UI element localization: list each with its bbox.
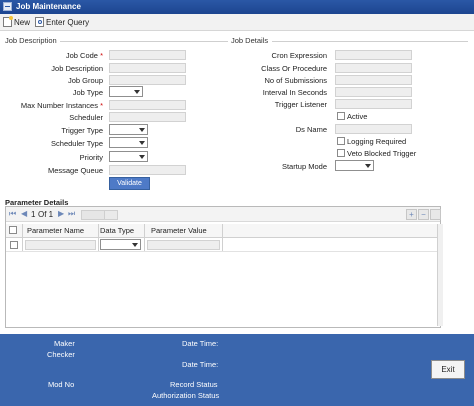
cron-expression-input[interactable] <box>335 50 412 60</box>
toolbar: New Enter Query <box>0 14 474 31</box>
job-details-heading: Job Details <box>231 36 269 45</box>
select-all-checkbox[interactable] <box>9 226 17 234</box>
trigger-listener-input[interactable] <box>335 99 412 109</box>
parameter-name-input[interactable] <box>25 240 96 250</box>
trigger-listener-label: Trigger Listener <box>274 100 327 109</box>
page-input[interactable] <box>81 210 105 220</box>
maker-date-time-label: Date Time: <box>182 339 219 348</box>
interval-in-seconds-input[interactable] <box>335 87 412 97</box>
trigger-type-select[interactable] <box>109 124 148 135</box>
parameter-value-input[interactable] <box>147 240 220 250</box>
chevron-down-icon <box>365 164 371 168</box>
job-type-label: Job Type <box>72 88 103 97</box>
chevron-down-icon <box>139 128 145 132</box>
go-icon[interactable] <box>104 210 118 220</box>
authorization-status-label: Authorization Status <box>152 391 220 400</box>
message-queue-label: Message Queue <box>47 166 103 175</box>
row-checkbox[interactable] <box>10 241 18 249</box>
job-description-label: Job Description <box>51 64 103 73</box>
add-row-icon[interactable]: + <box>406 209 417 220</box>
no-of-submissions-input[interactable] <box>335 75 412 85</box>
cron-expression-label: Cron Expression <box>271 51 327 60</box>
column-parameter-value: Parameter Value <box>151 226 207 235</box>
checker-date-time-label: Date Time: <box>182 360 219 369</box>
data-type-select[interactable] <box>100 239 141 250</box>
next-page-icon[interactable]: ▶ <box>58 209 64 218</box>
grid-toolbar: ⏮ ◀ 1 Of 1 ▶ ⏭ + − <box>6 207 441 222</box>
new-document-icon <box>3 16 13 27</box>
checker-label: Checker <box>47 350 75 359</box>
scheduler-type-label: Scheduler Type <box>51 139 103 148</box>
previous-page-icon[interactable]: ◀ <box>21 209 27 218</box>
table-row <box>6 238 437 252</box>
active-checkbox[interactable] <box>337 112 345 120</box>
job-type-select[interactable] <box>109 86 143 97</box>
enter-query-label: Enter Query <box>46 17 90 27</box>
current-page: 1 <box>31 210 36 219</box>
grid-scrollbar[interactable] <box>437 224 443 326</box>
chevron-down-icon <box>134 90 140 94</box>
priority-label: Priority <box>79 153 103 162</box>
window-icon <box>3 2 12 11</box>
record-status-label: Record Status <box>170 380 218 389</box>
window-title: Job Maintenance <box>16 2 81 11</box>
job-group-input[interactable] <box>109 75 186 85</box>
scheduler-type-select[interactable] <box>109 137 148 148</box>
edit-row-icon[interactable] <box>430 209 441 220</box>
interval-in-seconds-label: Interval In Seconds <box>262 88 327 97</box>
job-description-heading: Job Description <box>5 36 57 45</box>
priority-select[interactable] <box>109 151 148 162</box>
chevron-down-icon <box>139 141 145 145</box>
first-page-icon[interactable]: ⏮ <box>9 209 16 219</box>
max-instances-label: Max Number Instances * <box>20 101 103 110</box>
chevron-down-icon <box>132 243 138 247</box>
remove-row-icon[interactable]: − <box>418 209 429 220</box>
last-page-icon[interactable]: ⏭ <box>68 209 75 219</box>
trigger-type-label: Trigger Type <box>61 126 103 135</box>
divider <box>272 41 468 42</box>
chevron-down-icon <box>139 155 145 159</box>
new-button[interactable]: New <box>3 16 30 28</box>
parameter-grid: ⏮ ◀ 1 Of 1 ▶ ⏭ + − Parameter Name Data T… <box>5 206 443 328</box>
no-of-submissions-label: No of Submissions <box>264 76 327 85</box>
logging-required-checkbox[interactable] <box>337 137 345 145</box>
title-bar: Job Maintenance <box>0 0 474 14</box>
enter-query-button[interactable]: Enter Query <box>35 16 89 28</box>
maker-label: Maker <box>54 339 75 348</box>
job-code-label: Job Code * <box>65 51 103 60</box>
job-group-label: Job Group <box>67 76 103 85</box>
startup-mode-label: Startup Mode <box>281 162 327 171</box>
new-label: New <box>14 17 31 27</box>
ds-name-input[interactable] <box>335 124 412 134</box>
exit-button[interactable]: Exit <box>431 360 465 379</box>
query-icon <box>35 17 44 27</box>
divider <box>60 41 228 42</box>
validate-button[interactable]: Validate <box>109 177 150 190</box>
message-queue-input[interactable] <box>109 165 186 175</box>
veto-blocked-trigger-label: Veto Blocked Trigger <box>347 149 417 158</box>
scheduler-input[interactable] <box>109 112 186 122</box>
active-label: Active <box>347 112 368 121</box>
logging-required-label: Logging Required <box>347 137 407 146</box>
job-description-input[interactable] <box>109 63 186 73</box>
class-or-procedure-label: Class Or Procedure <box>261 64 327 73</box>
veto-blocked-trigger-checkbox[interactable] <box>337 149 345 157</box>
column-parameter-name: Parameter Name <box>27 226 85 235</box>
scheduler-label: Scheduler <box>69 113 103 122</box>
page-count: Of 1 <box>38 210 54 219</box>
job-code-input[interactable] <box>109 50 186 60</box>
ds-name-label: Ds Name <box>295 125 327 134</box>
max-instances-input[interactable] <box>109 100 186 110</box>
class-or-procedure-input[interactable] <box>335 63 412 73</box>
column-data-type: Data Type <box>100 226 135 235</box>
startup-mode-select[interactable] <box>335 160 374 171</box>
audit-footer: Maker Date Time: Checker Date Time: Mod … <box>0 334 474 406</box>
mod-no-label: Mod No <box>48 380 75 389</box>
